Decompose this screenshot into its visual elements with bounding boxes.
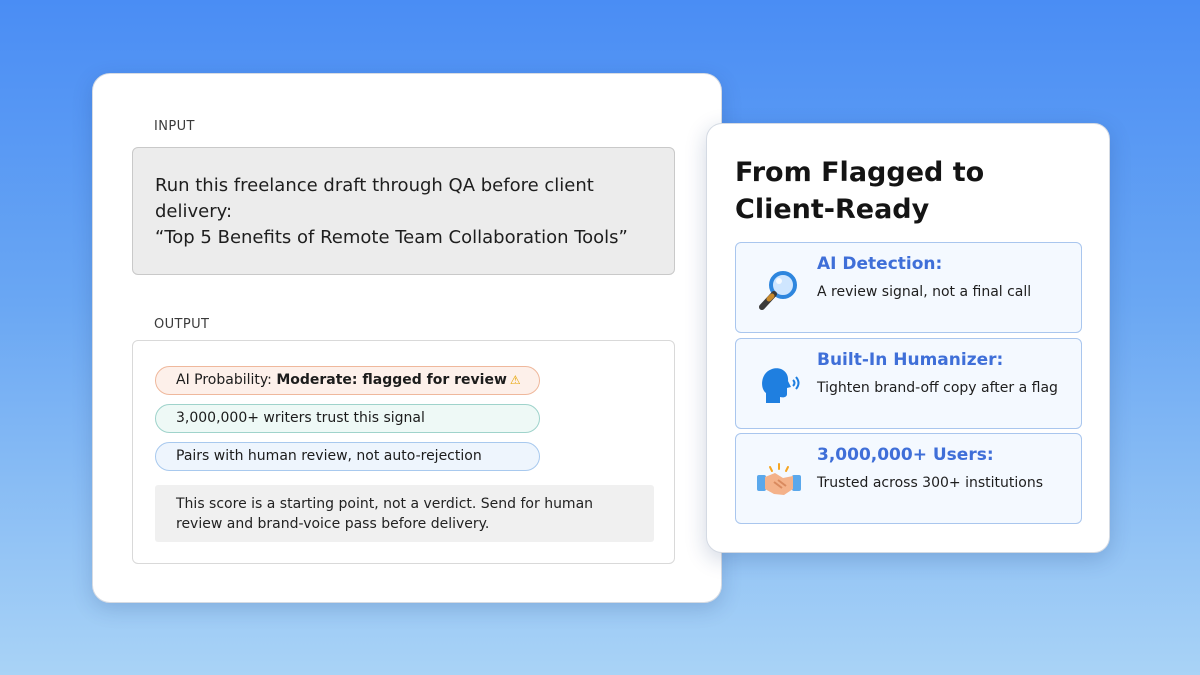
- panel-title-line-1: From Flagged to: [735, 157, 985, 188]
- panel-title: From Flagged to Client-Ready: [735, 154, 1095, 228]
- output-box: AI Probability: Moderate: flagged for re…: [132, 340, 675, 564]
- writers-trust-text: 3,000,000+ writers trust this signal: [176, 410, 425, 426]
- feature-heading: AI Detection:: [817, 254, 943, 274]
- output-label: OUTPUT: [154, 317, 210, 332]
- feature-description: A review signal, not a final call: [817, 284, 1032, 300]
- ai-probability-value: Moderate: flagged for review: [276, 372, 507, 388]
- speaking-head-icon: [762, 368, 800, 403]
- human-review-text: Pairs with human review, not auto-reject…: [176, 448, 482, 464]
- ai-probability-prefix: AI Probability:: [176, 372, 277, 388]
- input-text-line-1: Run this freelance draft through QA befo…: [155, 175, 594, 196]
- warning-icon: ⚠: [509, 373, 521, 387]
- writers-trust-pill: 3,000,000+ writers trust this signal: [155, 404, 540, 433]
- panel-title-line-2: Client-Ready: [735, 194, 930, 225]
- input-output-card: INPUT Run this freelance draft through Q…: [92, 73, 722, 603]
- feature-users: 3,000,000+ Users: Trusted across 300+ in…: [735, 433, 1082, 524]
- verdict-note: This score is a starting point, not a ve…: [155, 485, 654, 542]
- feature-description: Tighten brand-off copy after a flag: [817, 380, 1058, 396]
- input-prompt-box[interactable]: Run this freelance draft through QA befo…: [132, 147, 675, 275]
- ai-probability-pill: AI Probability: Moderate: flagged for re…: [155, 366, 540, 395]
- features-card: From Flagged to Client-Ready AI Detectio…: [706, 123, 1110, 553]
- handshake-icon: [757, 463, 801, 495]
- input-text-line-3: “Top 5 Benefits of Remote Team Collabora…: [155, 227, 628, 248]
- input-text-line-2: delivery:: [155, 201, 233, 222]
- human-review-pill: Pairs with human review, not auto-reject…: [155, 442, 540, 471]
- feature-heading: 3,000,000+ Users:: [817, 445, 994, 465]
- feature-heading: Built-In Humanizer:: [817, 350, 1004, 370]
- magnifying-glass-icon: [759, 271, 797, 310]
- input-label: INPUT: [154, 119, 195, 134]
- feature-ai-detection: AI Detection: A review signal, not a fin…: [735, 242, 1082, 333]
- feature-humanizer: Built-In Humanizer: Tighten brand-off co…: [735, 338, 1082, 429]
- feature-description: Trusted across 300+ institutions: [817, 475, 1043, 491]
